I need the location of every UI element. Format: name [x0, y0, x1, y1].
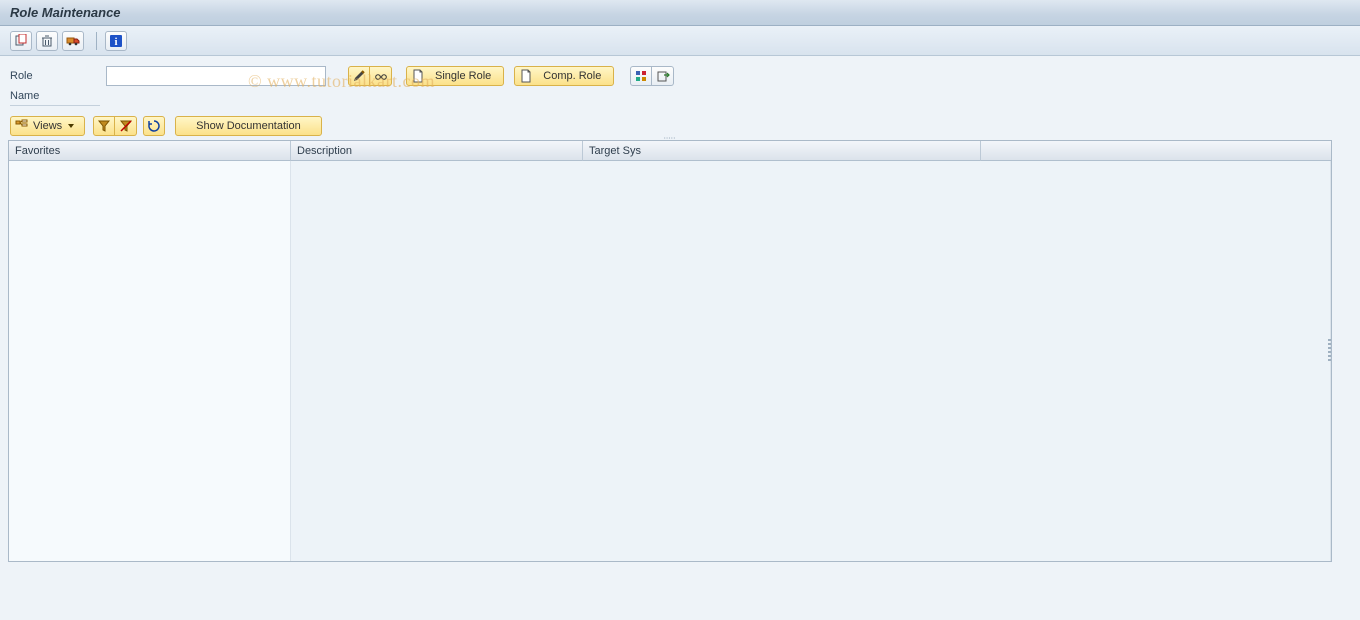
application-toolbar: i © www.tutorialkart.com	[0, 26, 1360, 56]
role-input[interactable]	[106, 66, 326, 86]
where-used-icon	[634, 69, 648, 83]
delete-button[interactable]	[36, 31, 58, 51]
details-column-body[interactable]	[291, 161, 1331, 561]
display-button[interactable]	[370, 66, 392, 86]
funnel-off-icon	[119, 119, 133, 133]
copy-icon	[14, 34, 28, 48]
title-bar: Role Maintenance	[0, 0, 1360, 26]
glasses-icon	[374, 69, 388, 83]
truck-icon	[66, 34, 80, 48]
svg-text:i: i	[114, 36, 117, 48]
document-icon	[519, 69, 533, 83]
column-header-description[interactable]: Description	[291, 141, 583, 161]
pencil-icon	[352, 69, 366, 83]
refresh-button[interactable]	[143, 116, 165, 136]
role-label: Role	[10, 70, 100, 82]
column-header-favorites[interactable]: Favorites	[9, 141, 291, 161]
single-role-label: Single Role	[435, 70, 491, 82]
splitter-handle[interactable]: •••••	[660, 135, 680, 139]
column-header-target-sys[interactable]: Target Sys	[583, 141, 981, 161]
page-title: Role Maintenance	[10, 5, 121, 20]
table-header-row: Favorites Description Target Sys	[9, 141, 1331, 161]
edit-button[interactable]	[348, 66, 370, 86]
column-header-extra	[981, 141, 1331, 161]
download-button[interactable]	[652, 66, 674, 86]
where-used-button[interactable]	[630, 66, 652, 86]
comp-role-label: Comp. Role	[543, 70, 601, 82]
copy-button[interactable]	[10, 31, 32, 51]
refresh-icon	[147, 119, 161, 133]
table-body	[9, 161, 1331, 561]
transport-button[interactable]	[62, 31, 84, 51]
role-row: Role Single Role Comp. Role	[0, 56, 1360, 90]
where-download-group	[630, 66, 674, 86]
name-row: Name	[0, 90, 1360, 114]
edit-display-group	[348, 66, 392, 86]
document-icon	[411, 69, 425, 83]
info-icon: i	[109, 34, 123, 48]
export-icon	[656, 69, 670, 83]
show-documentation-button[interactable]: Show Documentation	[175, 116, 322, 136]
filter-group	[93, 116, 137, 136]
filter-off-button[interactable]	[115, 116, 137, 136]
comp-role-button[interactable]: Comp. Role	[514, 66, 614, 86]
views-label: Views	[33, 120, 62, 132]
single-role-button[interactable]: Single Role	[406, 66, 504, 86]
filter-button[interactable]	[93, 116, 115, 136]
views-button[interactable]: Views	[10, 116, 85, 136]
scroll-indicator[interactable]	[1328, 339, 1331, 363]
info-button[interactable]: i	[105, 31, 127, 51]
trash-icon	[40, 34, 54, 48]
name-label: Name	[10, 90, 100, 106]
views-toolbar: Views Show Documentation	[0, 114, 1360, 140]
favorites-table: ••••• Favorites Description Target Sys	[8, 140, 1332, 562]
favorites-column-body[interactable]	[9, 161, 291, 561]
funnel-icon	[97, 119, 111, 133]
chevron-down-icon	[68, 124, 74, 128]
toolbar-separator	[96, 32, 97, 50]
show-documentation-label: Show Documentation	[196, 120, 301, 132]
tree-icon	[15, 119, 29, 133]
